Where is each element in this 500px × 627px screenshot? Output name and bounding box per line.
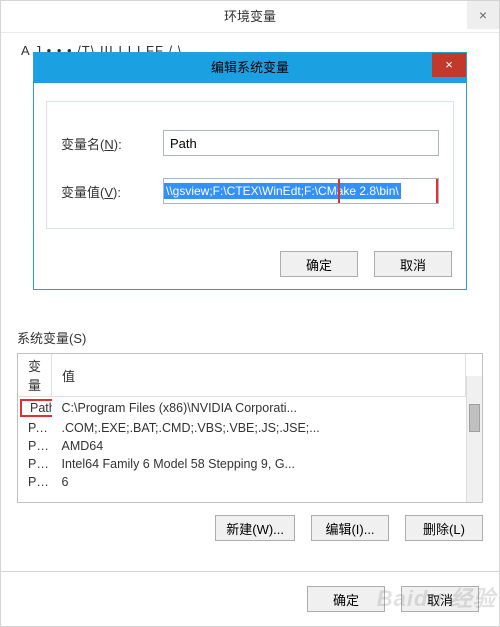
system-vars-group: 系统变量(S) 变量 值 Path C:\Program Files (x86)… [17, 328, 483, 541]
system-vars-label: 系统变量(S) [17, 328, 483, 347]
cell-val: AMD64 [52, 437, 466, 455]
inner-button-bar: 确定 取消 [34, 245, 466, 289]
cancel-button[interactable]: 取消 [401, 586, 479, 612]
cell-var: PROCESSOR_LEV... [18, 473, 52, 491]
delete-button[interactable]: 删除(L) [405, 515, 483, 541]
ok-button[interactable]: 确定 [307, 586, 385, 612]
inner-title: 编辑系统变量 [34, 53, 466, 83]
table-row[interactable]: PROCESSOR_LEV... 6 [18, 473, 466, 491]
col-value[interactable]: 值 [52, 354, 466, 397]
var-value-input[interactable]: \\gsview;F:\CTEX\WinEdt;F:\CMake 2.8\bin… [163, 178, 439, 204]
cell-val: C:\Program Files (x86)\NVIDIA Corporati.… [52, 397, 466, 420]
new-button[interactable]: 新建(W)... [215, 515, 295, 541]
var-value-label: 变量值(V): [61, 182, 163, 201]
close-icon[interactable]: × [467, 1, 499, 29]
outer-titlebar: 环境变量 × [1, 1, 499, 33]
cell-var: PROCESSOR_ARC... [18, 437, 52, 455]
cell-var: PROCESSOR_IDE... [18, 455, 52, 473]
var-value-selection: \\gsview;F:\CTEX\WinEdt;F:\CMake 2.8\bin… [164, 183, 401, 199]
outer-title: 环境变量 [1, 1, 499, 33]
col-variable[interactable]: 变量 [18, 354, 52, 397]
sysvar-buttons: 新建(W)... 编辑(I)... 删除(L) [17, 515, 483, 541]
cell-var: PATHEXT [18, 419, 52, 437]
edit-sysvar-dialog: 编辑系统变量 × 变量名(N): 变量值(V): \\gsview;F:\CTE… [33, 52, 467, 290]
table-row[interactable]: PROCESSOR_ARC... AMD64 [18, 437, 466, 455]
outer-button-bar: 确定 取消 [1, 571, 499, 626]
cell-val: Intel64 Family 6 Model 58 Stepping 9, G.… [52, 455, 466, 473]
var-name-label: 变量名(N): [61, 134, 163, 153]
cell-val: 6 [52, 473, 466, 491]
table-row[interactable]: Path C:\Program Files (x86)\NVIDIA Corpo… [18, 397, 466, 420]
var-name-input[interactable] [163, 130, 439, 156]
system-vars-table: 变量 值 Path C:\Program Files (x86)\NVIDIA … [17, 353, 483, 503]
ok-button[interactable]: 确定 [280, 251, 358, 277]
inner-panel: 变量名(N): 变量值(V): \\gsview;F:\CTEX\WinEdt;… [46, 101, 454, 229]
close-icon[interactable]: × [432, 53, 466, 77]
edit-button[interactable]: 编辑(I)... [311, 515, 389, 541]
cancel-button[interactable]: 取消 [374, 251, 452, 277]
inner-titlebar: 编辑系统变量 × [34, 53, 466, 83]
cell-var: Path [20, 399, 52, 417]
table-row[interactable]: PROCESSOR_IDE... Intel64 Family 6 Model … [18, 455, 466, 473]
scrollbar-thumb[interactable] [469, 404, 480, 432]
cell-val: .COM;.EXE;.BAT;.CMD;.VBS;.VBE;.JS;.JSE;.… [52, 419, 466, 437]
scrollbar[interactable] [466, 376, 482, 502]
table-row[interactable]: PATHEXT .COM;.EXE;.BAT;.CMD;.VBS;.VBE;.J… [18, 419, 466, 437]
